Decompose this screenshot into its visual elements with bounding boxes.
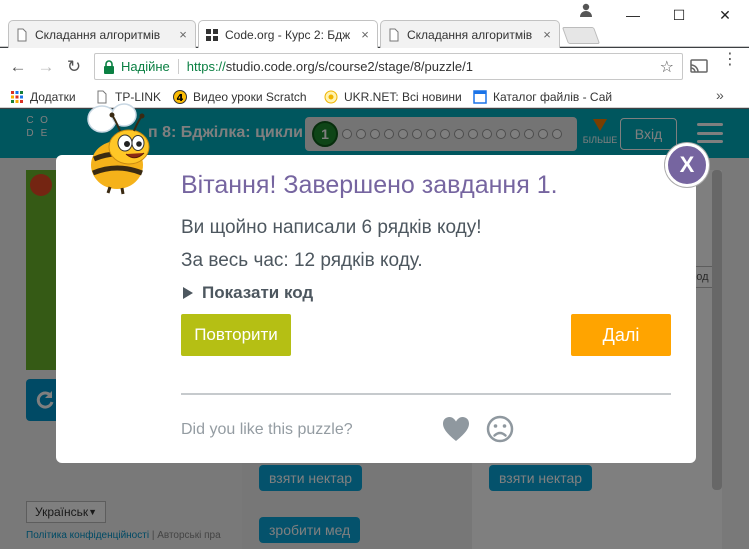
tab-3[interactable]: Складання алгоритмів × — [380, 20, 560, 48]
new-tab-button[interactable] — [561, 27, 601, 44]
bookmark-star-icon[interactable]: ☆ — [660, 57, 674, 77]
maximize-button[interactable]: ☐ — [656, 2, 702, 28]
replay-button[interactable]: Повторити — [181, 314, 291, 356]
feedback-prompt: Did you like this puzzle? — [181, 421, 353, 438]
total-lines-text: За весь час: 12 рядків коду. — [181, 250, 423, 271]
profile-icon[interactable] — [578, 2, 594, 18]
show-code-toggle[interactable]: Показати код — [183, 283, 313, 303]
dialog-title: Вітання! Завершено завдання 1. — [181, 171, 558, 199]
bookmark-catalog[interactable]: Каталог файлів - Сай — [473, 88, 612, 105]
tab-title: Складання алгоритмів — [35, 27, 161, 42]
bookmark-label: TP-LINK — [115, 89, 162, 104]
back-button[interactable]: ← — [6, 55, 30, 79]
apps-grid-icon — [11, 90, 23, 103]
caret-right-icon — [183, 287, 193, 299]
bookmarks-more-icon[interactable]: » — [716, 87, 724, 103]
address-bar[interactable]: Надійне https://studio.code.org/s/course… — [94, 53, 683, 80]
close-window-button[interactable]: ✕ — [702, 2, 748, 28]
document-icon — [97, 90, 107, 103]
code-org-icon — [206, 28, 218, 41]
browser-titlebar: Складання алгоритмів × Code.org - Курс 2… — [0, 0, 749, 48]
heart-icon[interactable] — [441, 414, 471, 444]
forward-button[interactable]: → — [34, 55, 58, 79]
reload-button[interactable]: ↻ — [62, 55, 86, 79]
lines-written-text: Ви щойно написали 6 рядків коду! — [181, 217, 482, 238]
tab-title: Складання алгоритмів — [407, 27, 533, 42]
omnibox-separator — [177, 59, 179, 74]
tab-1[interactable]: Складання алгоритмів × — [8, 20, 196, 48]
dialog-divider — [181, 393, 671, 395]
document-icon — [17, 28, 27, 41]
svg-text:4: 4 — [177, 93, 184, 104]
tab-title: Code.org - Курс 2: Бдж — [225, 27, 351, 42]
tab-2-active[interactable]: Code.org - Курс 2: Бдж × — [198, 20, 378, 48]
sad-face-icon[interactable] — [486, 415, 514, 443]
bookmark-ukr-net[interactable]: UKR.NET: Всі новини — [324, 88, 462, 105]
bookmark-apps[interactable]: Додатки — [10, 88, 76, 105]
bookmark-scratch[interactable]: 4 Видео уроки Scratch — [173, 88, 307, 105]
bookmark-label: Додатки — [30, 89, 76, 104]
number-four-icon: 4 — [173, 89, 187, 104]
ukr-net-icon — [324, 90, 338, 103]
url-scheme: https:// — [186, 59, 226, 74]
minimize-button[interactable]: — — [610, 2, 656, 28]
bee-mascot-icon — [87, 103, 150, 195]
cast-icon[interactable] — [690, 59, 708, 73]
bookmark-label: Каталог файлів - Сай — [493, 89, 613, 104]
browser-menu-icon[interactable]: ⋮ — [722, 52, 738, 68]
window-icon — [473, 89, 487, 104]
level-complete-dialog: Вітання! Завершено завдання 1. Ви щойно … — [56, 155, 696, 463]
tab-close-icon[interactable]: × — [177, 27, 189, 42]
tab-close-icon[interactable]: × — [359, 27, 371, 42]
secure-label: Надійне — [121, 59, 170, 74]
show-code-label: Показати код — [202, 283, 314, 302]
lock-icon — [104, 59, 114, 74]
document-icon — [389, 28, 399, 41]
url-path: studio.code.org/s/course2/stage/8/puzzle… — [225, 59, 473, 74]
browser-toolbar: ← → ↻ Надійне https://studio.code.org/s/… — [0, 48, 749, 85]
close-dialog-button[interactable]: X — [665, 143, 709, 187]
tab-close-icon[interactable]: × — [541, 27, 553, 42]
bookmark-label: UKR.NET: Всі новини — [344, 89, 462, 104]
continue-button[interactable]: Далі — [571, 314, 671, 356]
bookmark-label: Видео уроки Scratch — [193, 89, 307, 104]
